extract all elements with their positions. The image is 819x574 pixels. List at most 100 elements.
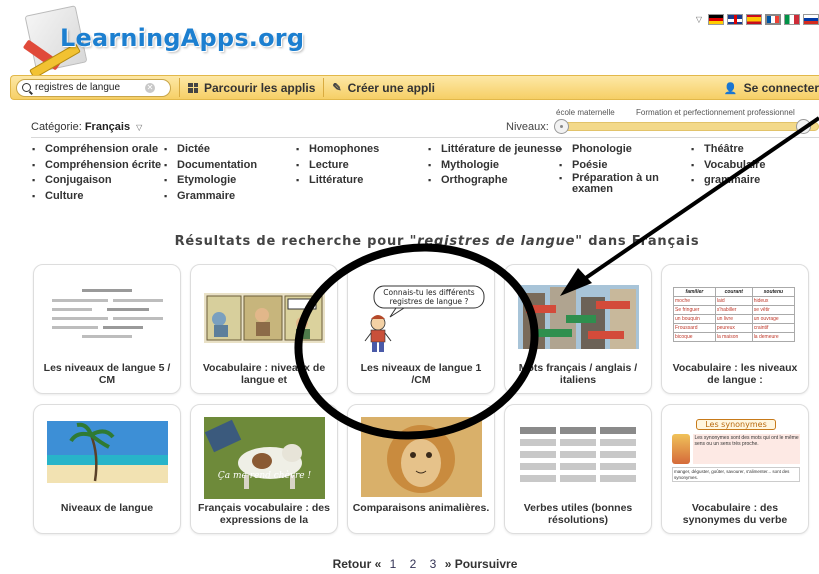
table-cell: la demeure xyxy=(751,332,796,342)
app-card-title: Les niveaux de langue 1 /CM xyxy=(360,362,482,386)
table-header: soutenu xyxy=(751,287,796,297)
results-suffix: dans Français xyxy=(582,234,700,249)
flag-it-icon[interactable] xyxy=(784,14,800,25)
logo[interactable]: LearningApps.org xyxy=(20,5,310,80)
page-link[interactable]: 3 xyxy=(430,557,437,571)
subject-column-2: Dictée Documentation Etymologie Grammair… xyxy=(164,142,257,204)
app-card[interactable]: Ça me rend chèvre ! Français vocabulaire… xyxy=(190,404,338,534)
subject-column-6: Théâtre Vocabulaire grammaire xyxy=(691,142,766,189)
subject-link[interactable]: Grammaire xyxy=(164,189,257,205)
table-cell: la maison xyxy=(714,332,753,342)
page-link[interactable]: 2 xyxy=(410,557,417,571)
clear-search-icon[interactable]: ✕ xyxy=(145,82,155,93)
table-cell: s'habiller xyxy=(714,305,753,315)
app-thumbnail: Connais-tu les différents registres de l… xyxy=(356,283,488,355)
subject-link[interactable]: Orthographe xyxy=(428,173,561,189)
app-thumbnail xyxy=(518,425,639,485)
results-prefix: Résultats de recherche pour xyxy=(174,234,410,249)
table-cell: bicoque xyxy=(673,332,716,342)
level-min-label: école maternelle xyxy=(556,108,615,117)
subject-link[interactable]: Théâtre xyxy=(691,142,766,158)
app-card[interactable]: Niveaux de langue xyxy=(33,404,181,534)
subject-link[interactable]: Phonologie xyxy=(559,142,669,158)
table-cell: un livre xyxy=(714,314,753,324)
app-card[interactable]: Mots français / anglais / italiens xyxy=(504,264,652,394)
subject-link[interactable]: Conjugaison xyxy=(32,173,161,189)
next-link[interactable]: » Poursuivre xyxy=(445,557,518,571)
flag-es-icon[interactable] xyxy=(746,14,762,25)
table-cell: laid xyxy=(714,296,753,306)
page-link[interactable]: 1 xyxy=(390,557,397,571)
app-card-title: Comparaisons animalières. xyxy=(352,502,490,514)
browse-apps-button[interactable]: Parcourir les applis xyxy=(188,81,315,95)
subject-link[interactable]: Documentation xyxy=(164,158,257,174)
app-card[interactable]: Les synonymes Les synonymes sont des mot… xyxy=(661,404,809,534)
app-card[interactable]: Les niveaux de langue 5 / CM xyxy=(33,264,181,394)
flag-fr-icon[interactable] xyxy=(765,14,781,25)
app-card[interactable]: Verbes utiles (bonnes résolutions) xyxy=(504,404,652,534)
table-cell: un bouquin xyxy=(673,314,716,324)
browse-apps-label: Parcourir les applis xyxy=(204,80,316,95)
levels-label: Niveaux: xyxy=(506,121,549,133)
subject-link[interactable]: Littérature de jeunesse xyxy=(428,142,561,158)
level-slider-track[interactable] xyxy=(556,122,819,131)
app-card-title: Verbes utiles (bonnes résolutions) xyxy=(523,502,633,526)
app-card-title: Mots français / anglais / italiens xyxy=(518,362,638,386)
subject-link[interactable]: Lecture xyxy=(296,158,379,174)
thumbnail-caption: Ça me rend chèvre ! xyxy=(217,471,312,481)
search-input[interactable] xyxy=(35,82,145,93)
table-cell: peureux xyxy=(714,323,753,333)
table-header: familier xyxy=(673,287,716,297)
grid-icon xyxy=(188,82,198,93)
app-card[interactable]: Connais-tu les différents registres de l… xyxy=(347,264,495,394)
app-card-title: Vocabulaire : les niveaux de langue : xyxy=(672,362,798,386)
subject-link[interactable]: Poésie xyxy=(559,158,669,174)
synonyms-examples: manger, déguster, goûter, savourer, s'al… xyxy=(672,467,800,482)
search-box[interactable]: ✕ xyxy=(16,78,171,97)
subject-link[interactable]: Préparation à un examen xyxy=(559,173,669,195)
subject-link[interactable]: grammaire xyxy=(691,173,766,189)
app-thumbnail xyxy=(361,417,482,497)
login-button[interactable]: 👤 Se connecter xyxy=(724,81,819,95)
svg-text:registres de langue ?: registres de langue ? xyxy=(390,297,469,306)
subject-column-4: Littérature de jeunesse Mythologie Ortho… xyxy=(428,142,561,189)
previous-link[interactable]: Retour « xyxy=(333,557,382,571)
subject-link[interactable]: Culture xyxy=(32,189,161,205)
language-selector[interactable]: ▽ xyxy=(696,14,819,25)
app-card[interactable]: Vocabulaire : niveaux de langue et xyxy=(190,264,338,394)
divider xyxy=(31,137,819,138)
svg-text:Connais-tu les différents: Connais-tu les différents xyxy=(383,288,475,297)
subject-column-5: Phonologie Poésie Préparation à un exame… xyxy=(559,142,669,195)
create-app-button[interactable]: ✎ Créer une appli xyxy=(332,81,435,95)
subject-column-3: Homophones Lecture Littérature xyxy=(296,142,379,189)
subject-link[interactable]: Homophones xyxy=(296,142,379,158)
level-slider-max-handle[interactable] xyxy=(796,119,811,134)
app-card[interactable]: Comparaisons animalières. xyxy=(347,404,495,534)
results-query: "registres de langue" xyxy=(409,234,583,249)
app-thumbnail xyxy=(47,287,168,345)
search-icon xyxy=(22,83,31,92)
subject-link[interactable]: Compréhension orale xyxy=(32,142,161,158)
category-selector[interactable]: Catégorie: Français ▽ xyxy=(31,121,142,133)
pagination: Retour « 1 2 3 » Poursuivre xyxy=(0,557,819,571)
subject-link[interactable]: Compréhension écrite xyxy=(32,158,161,174)
table-cell: un ouvrage xyxy=(751,314,796,324)
subject-link[interactable]: Vocabulaire xyxy=(691,158,766,174)
level-slider-min-handle[interactable] xyxy=(554,119,569,134)
app-thumbnail: Les synonymes Les synonymes sont des mot… xyxy=(672,417,800,495)
subject-link[interactable]: Etymologie xyxy=(164,173,257,189)
flag-en-icon[interactable] xyxy=(727,14,743,25)
app-card[interactable]: familier courant soutenu moche laid hideux… xyxy=(661,264,809,394)
flag-ru-icon[interactable] xyxy=(803,14,819,25)
dropdown-arrow-icon[interactable]: ▽ xyxy=(696,15,702,24)
subject-link[interactable]: Littérature xyxy=(296,173,379,189)
subject-link[interactable]: Mythologie xyxy=(428,158,561,174)
table-cell: moche xyxy=(673,296,716,306)
synonyms-definition: Les synonymes sont des mots qui ont le m… xyxy=(693,434,800,464)
app-thumbnail xyxy=(47,421,168,483)
toolbar-divider xyxy=(323,78,325,97)
table-cell: hideux xyxy=(751,296,796,306)
subject-link[interactable]: Dictée xyxy=(164,142,257,158)
flag-de-icon[interactable] xyxy=(708,14,724,25)
app-thumbnail: Ça me rend chèvre ! xyxy=(204,417,325,499)
